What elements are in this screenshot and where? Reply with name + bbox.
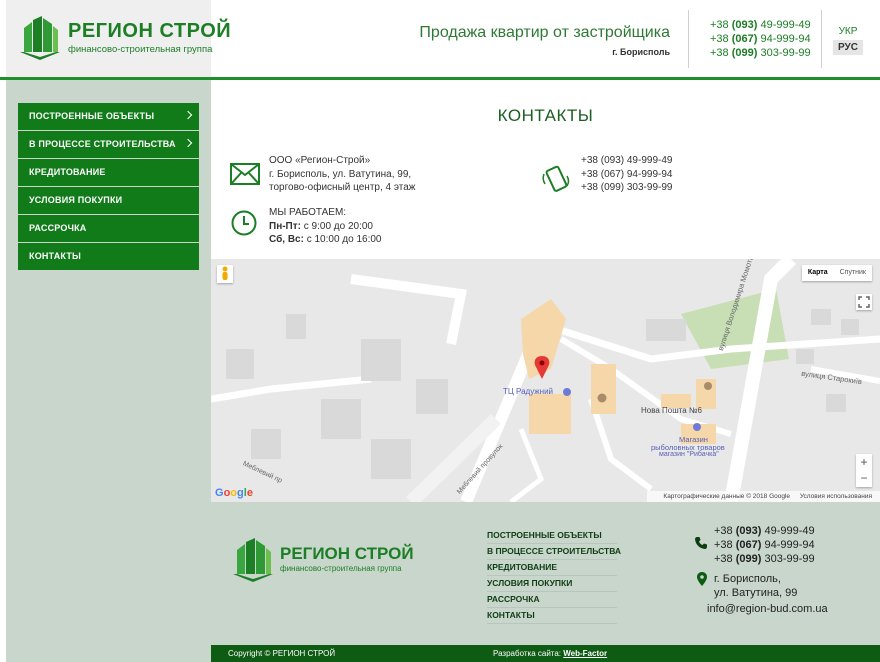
footer-link-installment[interactable]: РАССРОЧКА xyxy=(487,592,617,608)
envelope-icon xyxy=(230,163,260,185)
bottom-bar: Copyright © РЕГИОН СТРОЙ Разработка сайт… xyxy=(211,645,880,662)
logo-building-icon xyxy=(20,16,60,60)
footer-link-purchase-terms[interactable]: УСЛОВИЯ ПОКУПКИ xyxy=(487,576,617,592)
slogan: Продажа квартир от застройщика г. Борисп… xyxy=(419,24,670,57)
footer-logo-building-icon xyxy=(233,538,273,582)
sidebar-item-built-objects[interactable]: ПОСТРОЕННЫЕ ОБЪЕКТЫ xyxy=(18,103,199,130)
footer-menu: ПОСТРОЕННЫЕ ОБЪЕКТЫ В ПРОЦЕССЕ СТРОИТЕЛЬ… xyxy=(487,528,621,624)
map-label-nova-poshta: Нова Пошта №6 xyxy=(641,406,702,415)
pegman-icon[interactable] xyxy=(217,265,233,283)
footer-logo[interactable]: РЕГИОН СТРОЙ финансово-строительная груп… xyxy=(233,538,433,582)
contact-phones: +38 (093) 49-999-49 +38 (067) 94-999-94 … xyxy=(581,154,672,195)
developer-link[interactable]: Web-Factor xyxy=(563,649,607,658)
logo[interactable]: РЕГИОН СТРОЙ финансово-строительная груп… xyxy=(20,16,231,62)
map-type-control: Карта Спутник xyxy=(801,265,872,281)
sidebar-item-under-construction[interactable]: В ПРОЦЕССЕ СТРОИТЕЛЬСТВА xyxy=(18,131,199,158)
header-divider xyxy=(821,10,822,68)
logo-subtitle: финансово-строительная группа xyxy=(68,44,213,55)
zoom-in-button[interactable]: + xyxy=(856,454,872,470)
header-phone-2[interactable]: +38 (067) 94-999-94 xyxy=(710,32,811,46)
fullscreen-icon[interactable] xyxy=(856,294,872,310)
google-logo[interactable]: Google xyxy=(215,487,253,499)
footer-phones: +38 (093) 49-999-49 +38 (067) 94-999-94 … xyxy=(714,524,815,566)
header-phone-3[interactable]: +38 (099) 303-99-99 xyxy=(710,46,811,60)
map-data-credit: Картографические данные © 2018 Google xyxy=(663,493,791,500)
contact-phone-2[interactable]: +38 (067) 94-999-94 xyxy=(581,168,672,182)
footer-link-credit[interactable]: КРЕДИТОВАНИЕ xyxy=(487,560,617,576)
sidebar-item-purchase-terms[interactable]: УСЛОВИЯ ПОКУПКИ xyxy=(18,187,199,214)
mobile-phone-icon xyxy=(542,165,570,192)
logo-box: РЕГИОН СТРОЙ финансово-строительная груп… xyxy=(6,0,231,77)
map-terms-link[interactable]: Условия использования xyxy=(800,493,872,500)
zoom-out-button[interactable]: − xyxy=(856,470,872,486)
footer-phone-3[interactable]: +38 (099) 303-99-99 xyxy=(714,552,815,566)
contact-phone-1[interactable]: +38 (093) 49-999-49 xyxy=(581,154,672,168)
footer-link-contacts[interactable]: КОНТАКТЫ xyxy=(487,608,617,624)
phone-icon xyxy=(695,537,707,549)
footer: РЕГИОН СТРОЙ финансово-строительная груп… xyxy=(211,502,880,645)
header-phone-1[interactable]: +38 (093) 49-999-49 xyxy=(710,18,811,32)
header-divider xyxy=(688,10,689,68)
footer-address: г. Борисполь, ул. Ватутина, 99 xyxy=(714,573,798,599)
zoom-control: + − xyxy=(856,454,872,487)
footer-phone-2[interactable]: +38 (067) 94-999-94 xyxy=(714,538,815,552)
map-type-satellite-button[interactable]: Спутник xyxy=(834,265,872,281)
copyright-text: Copyright © РЕГИОН СТРОЙ xyxy=(228,649,336,658)
footer-phone-1[interactable]: +38 (093) 49-999-49 xyxy=(714,524,815,538)
chevron-right-icon xyxy=(183,110,193,120)
clock-icon xyxy=(231,210,257,236)
map-canvas xyxy=(211,259,880,502)
footer-logo-title: РЕГИОН СТРОЙ xyxy=(280,544,414,563)
developer-credit: Разработка сайта: Web-Factor xyxy=(493,649,608,658)
page-title: КОНТАКТЫ xyxy=(497,106,594,125)
location-pin-icon xyxy=(697,572,707,586)
language-switcher: УКР РУС xyxy=(833,24,863,55)
chevron-right-icon xyxy=(183,138,193,148)
footer-link-built-objects[interactable]: ПОСТРОЕННЫЕ ОБЪЕКТЫ xyxy=(487,528,617,544)
map-type-map-button[interactable]: Карта xyxy=(802,265,834,281)
header: РЕГИОН СТРОЙ финансово-строительная груп… xyxy=(0,0,880,80)
working-hours: МЫ РАБОТАЕМ: Пн-Пт: с 9:00 до 20:00 Сб, … xyxy=(269,207,382,245)
slogan-city: г. Борисполь xyxy=(612,47,670,57)
footer-email[interactable]: info@region-bud.com.ua xyxy=(707,603,828,615)
company-address: ООО «Регион-Строй» г. Борисполь, ул. Ват… xyxy=(269,155,416,193)
google-map[interactable]: ТЦ Радужний Нова Пошта №6 Магазин рыболо… xyxy=(211,259,880,502)
slogan-text: Продажа квартир от застройщика xyxy=(419,24,670,41)
sidebar-menu: ПОСТРОЕННЫЕ ОБЪЕКТЫ В ПРОЦЕССЕ СТРОИТЕЛЬ… xyxy=(18,103,199,271)
footer-logo-subtitle: финансово-строительная группа xyxy=(280,564,402,573)
logo-title: РЕГИОН СТРОЙ xyxy=(68,20,232,42)
lang-rus-link[interactable]: РУС xyxy=(833,40,863,55)
contact-phone-3[interactable]: +38 (099) 303-99-99 xyxy=(581,181,672,195)
sidebar: ПОСТРОЕННЫЕ ОБЪЕКТЫ В ПРОЦЕССЕ СТРОИТЕЛЬ… xyxy=(6,80,211,662)
map-attribution: Картографические данные © 2018 Google Ус… xyxy=(647,491,880,502)
lang-ukr-link[interactable]: УКР xyxy=(833,24,863,39)
footer-link-under-construction[interactable]: В ПРОЦЕССЕ СТРОИТЕЛЬСТВА xyxy=(487,544,621,560)
sidebar-item-contacts[interactable]: КОНТАКТЫ xyxy=(18,243,199,270)
map-label-shop-3: магазин "Рибачка" xyxy=(659,451,719,458)
sidebar-item-credit[interactable]: КРЕДИТОВАНИЕ xyxy=(18,159,199,186)
sidebar-item-installment[interactable]: РАССРОЧКА xyxy=(18,215,199,242)
header-phones: +38 (093) 49-999-49 +38 (067) 94-999-94 … xyxy=(710,18,811,60)
map-label-mall: ТЦ Радужний xyxy=(503,387,554,396)
